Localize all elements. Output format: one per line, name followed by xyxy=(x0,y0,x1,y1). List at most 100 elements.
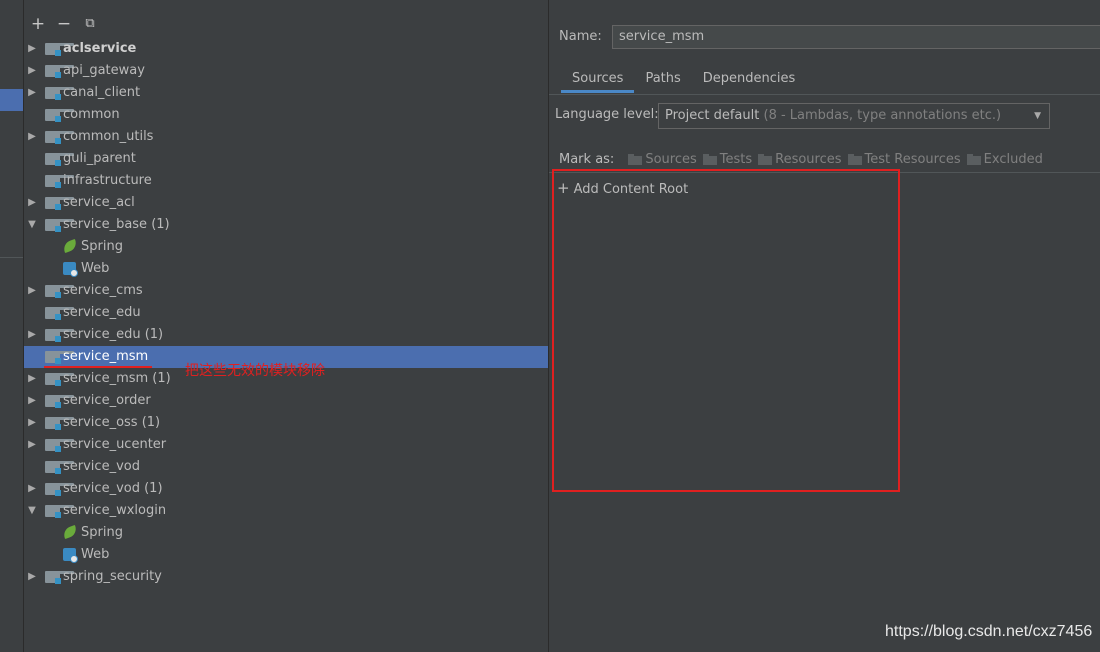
module-label: service_msm xyxy=(63,349,149,364)
module-label: service_vod xyxy=(63,459,140,474)
module-label: service_wxlogin xyxy=(63,503,167,518)
module-folder-icon xyxy=(45,219,74,232)
collapse-arrow-icon[interactable] xyxy=(26,38,38,60)
module-label: service_ucenter xyxy=(63,437,167,452)
module-row[interactable]: service_cms xyxy=(24,280,548,302)
module-row[interactable]: service_vod xyxy=(24,456,548,478)
facet-row[interactable]: Web xyxy=(24,258,548,280)
name-label: Name: xyxy=(559,29,602,44)
tab-dependencies[interactable]: Dependencies xyxy=(692,67,807,93)
chevron-down-icon: ▼ xyxy=(1034,111,1041,121)
mark-excluded-button[interactable]: Excluded xyxy=(966,152,1043,167)
module-label: service_oss (1) xyxy=(63,415,161,430)
module-label: service_edu (1) xyxy=(63,327,164,342)
tests-folder-icon xyxy=(702,153,717,165)
language-level-value: Project default xyxy=(665,108,760,123)
module-label: service_order xyxy=(63,393,151,408)
watermark: https://blog.csdn.net/cxz7456 xyxy=(885,623,1093,640)
collapse-arrow-icon[interactable] xyxy=(26,82,38,104)
module-folder-icon xyxy=(45,373,74,386)
module-row[interactable]: infrastructure xyxy=(24,170,548,192)
language-level-hint: (8 - Lambdas, type annotations etc.) xyxy=(759,108,1002,123)
add-module-button[interactable]: + xyxy=(30,16,46,33)
module-row[interactable]: service_edu (1) xyxy=(24,324,548,346)
module-label: service_cms xyxy=(63,283,143,298)
module-row[interactable]: service_oss (1) xyxy=(24,412,548,434)
expand-arrow-icon[interactable] xyxy=(26,500,38,522)
module-row[interactable]: spring_security xyxy=(24,566,548,588)
mark-sources-button[interactable]: Sources xyxy=(628,152,697,167)
collapse-arrow-icon[interactable] xyxy=(26,566,38,588)
facet-row[interactable]: Spring xyxy=(24,236,548,258)
module-folder-icon xyxy=(45,65,74,78)
collapse-arrow-icon[interactable] xyxy=(26,434,38,456)
module-folder-icon xyxy=(45,285,74,298)
mark-as-toolbar: Mark as: Sources Tests Resources Test Re… xyxy=(559,150,1049,168)
module-folder-icon xyxy=(45,175,74,188)
module-row[interactable]: canal_client xyxy=(24,82,548,104)
module-label: Web xyxy=(81,261,110,276)
collapse-arrow-icon[interactable] xyxy=(26,126,38,148)
module-name-input[interactable]: service_msm xyxy=(612,25,1100,49)
collapse-arrow-icon[interactable] xyxy=(26,368,38,390)
sources-folder-icon xyxy=(628,153,643,165)
module-row[interactable]: guli_parent xyxy=(24,148,548,170)
details-tabs: Sources Paths Dependencies xyxy=(561,67,806,93)
module-row[interactable]: service_edu xyxy=(24,302,548,324)
mark-tests-button[interactable]: Tests xyxy=(702,152,752,167)
module-label: common_utils xyxy=(63,129,154,144)
collapse-arrow-icon[interactable] xyxy=(26,478,38,500)
remove-module-button[interactable]: − xyxy=(56,16,72,33)
language-level-label: Language level: xyxy=(555,107,659,122)
module-row[interactable]: common_utils xyxy=(24,126,548,148)
mark-as-label: Mark as: xyxy=(559,151,615,167)
language-level-select[interactable]: Project default (8 - Lambdas, type annot… xyxy=(658,103,1050,129)
collapse-arrow-icon[interactable] xyxy=(26,60,38,82)
modules-panel: + − ⧉ aclservice api_gateway canal_clientc… xyxy=(24,0,548,652)
collapse-arrow-icon[interactable] xyxy=(26,412,38,434)
module-tree: aclservice api_gateway canal_clientcommon c… xyxy=(24,38,548,588)
module-row[interactable]: common xyxy=(24,104,548,126)
module-label: Web xyxy=(81,547,110,562)
module-row[interactable]: service_wxlogin xyxy=(24,500,548,522)
module-folder-icon xyxy=(45,439,74,452)
tab-sources[interactable]: Sources xyxy=(561,67,635,93)
web-icon xyxy=(63,548,78,563)
module-label: Spring xyxy=(81,239,123,254)
facet-row[interactable]: Web xyxy=(24,544,548,566)
module-row[interactable]: api_gateway xyxy=(24,60,548,82)
expand-arrow-icon[interactable] xyxy=(26,214,38,236)
left-tool-strip xyxy=(0,0,24,652)
module-label: Spring xyxy=(81,525,123,540)
mark-test-resources-button[interactable]: Test Resources xyxy=(847,152,961,167)
module-folder-icon xyxy=(45,483,74,496)
module-row[interactable]: service_order xyxy=(24,390,548,412)
module-folder-icon xyxy=(45,197,74,210)
collapse-arrow-icon[interactable] xyxy=(26,324,38,346)
red-underline xyxy=(44,366,152,368)
module-row[interactable]: aclservice xyxy=(24,38,548,60)
facet-row[interactable]: Spring xyxy=(24,522,548,544)
module-folder-icon xyxy=(45,87,74,100)
annotation-text: 把这些无效的模块移除 xyxy=(185,363,325,379)
red-highlight-box xyxy=(552,169,900,492)
module-label: service_msm (1) xyxy=(63,371,171,386)
module-row[interactable]: service_acl xyxy=(24,192,548,214)
mark-resources-button[interactable]: Resources xyxy=(758,152,842,167)
collapse-arrow-icon[interactable] xyxy=(26,390,38,412)
collapse-arrow-icon[interactable] xyxy=(26,192,38,214)
module-label: guli_parent xyxy=(63,151,136,166)
test-resources-folder-icon xyxy=(847,153,862,165)
module-row[interactable]: service_vod (1) xyxy=(24,478,548,500)
collapse-arrow-icon[interactable] xyxy=(26,280,38,302)
module-folder-icon xyxy=(45,153,74,166)
copy-module-button[interactable]: ⧉ xyxy=(82,16,98,32)
module-row[interactable]: service_ucenter xyxy=(24,434,548,456)
web-icon xyxy=(63,262,78,277)
module-row[interactable]: service_base (1) xyxy=(24,214,548,236)
module-folder-icon xyxy=(45,329,74,342)
tab-paths[interactable]: Paths xyxy=(634,67,691,93)
left-strip-selection xyxy=(0,89,23,111)
resources-folder-icon xyxy=(758,153,773,165)
left-strip-divider xyxy=(0,257,23,258)
